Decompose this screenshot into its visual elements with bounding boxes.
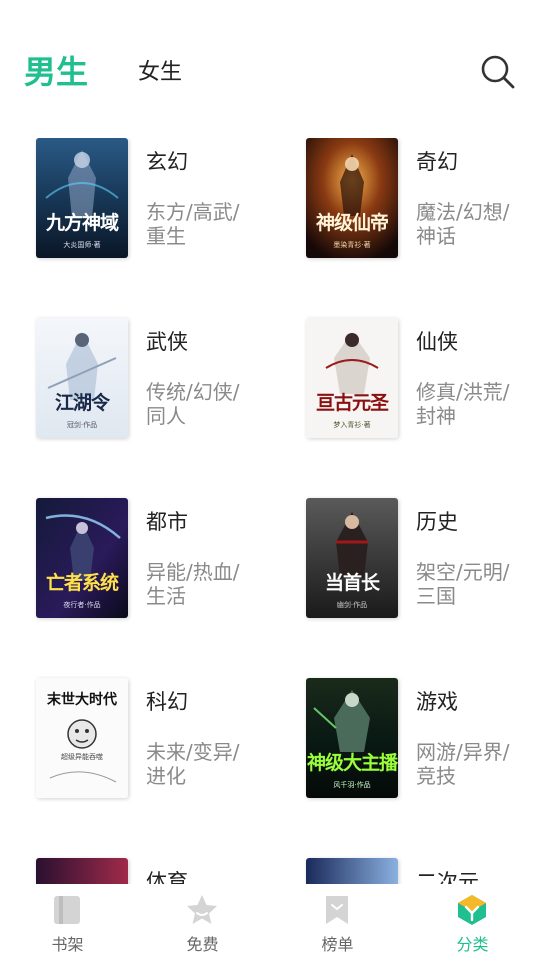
category-item-youxi[interactable]: 神级大主播 风千羽·作品 游戏 网游/异界/竞技 — [306, 678, 540, 808]
category-name: 武侠 — [146, 330, 188, 354]
header: 男生 女生 — [0, 0, 540, 120]
cover-title: 九方神域 — [45, 212, 119, 234]
tab-female[interactable]: 女生 — [138, 58, 182, 88]
tab-ranking[interactable]: 榜单 — [270, 885, 405, 960]
cover-title: 神级仙帝 — [315, 212, 389, 234]
ranking-bookmark-icon — [326, 896, 348, 924]
cover-author: 超级异能吞噬 — [61, 753, 103, 761]
category-icon — [458, 895, 486, 925]
cover-title: 末世大时代 — [47, 692, 117, 708]
book-cover: 神级大主播 风千羽·作品 — [306, 678, 398, 798]
tab-label: 免费 — [186, 935, 219, 954]
category-item-tiyu[interactable]: 体育 — [36, 858, 306, 884]
category-tags: 东方/高武/重生 — [146, 200, 240, 248]
category-name: 科幻 — [146, 690, 188, 714]
cover-author: 梦入青衫·著 — [333, 421, 371, 429]
search-icon — [481, 55, 515, 89]
cover-author: 幽剑·作品 — [336, 601, 368, 609]
category-item-kehuan[interactable]: 末世大时代 超级异能吞噬 科幻 未来/变异/进化 — [36, 678, 306, 808]
category-tags: 传统/幻侠/同人 — [146, 380, 240, 428]
tab-label: 分类 — [456, 935, 489, 954]
book-cover: 当首长 幽剑·作品 — [306, 498, 398, 618]
category-name: 仙侠 — [416, 330, 458, 354]
category-item-erciyuan[interactable]: 二次元 — [306, 858, 540, 884]
cover-author: 墨染青衫·著 — [333, 241, 371, 249]
book-cover: 九方神域 大炎国师·著 — [36, 138, 128, 258]
category-item-lishi[interactable]: 当首长 幽剑·作品 历史 架空/元明/三国 — [306, 498, 540, 628]
bookshelf-icon — [54, 896, 80, 924]
category-tags: 修真/洪荒/封神 — [416, 380, 510, 428]
category-item-wuxia[interactable]: 江湖令 冠剑·作品 武侠 传统/幻侠/同人 — [36, 318, 306, 448]
book-cover — [36, 858, 128, 884]
book-cover — [306, 858, 398, 884]
tab-label: 榜单 — [321, 935, 354, 954]
tab-bookshelf[interactable]: 书架 — [0, 885, 135, 960]
book-cover: 神级仙帝 墨染青衫·著 — [306, 138, 398, 258]
star-icon — [187, 895, 217, 924]
search-button[interactable] — [478, 52, 518, 92]
tab-label: 书架 — [51, 935, 84, 954]
cover-title: 当首长 — [324, 572, 380, 594]
bottom-tab-bar: 书架 免费 榜单 分类 — [0, 885, 540, 960]
cover-title: 亡者系统 — [45, 572, 119, 594]
cover-author: 冠剑·作品 — [66, 421, 98, 429]
category-grid: 九方神域 大炎国师·著 玄幻 东方/高武/重生 神级仙帝 墨染青衫·著 奇幻 魔… — [0, 138, 540, 884]
category-name: 都市 — [146, 510, 188, 534]
cover-title: 江湖令 — [54, 392, 110, 414]
category-tags: 未来/变异/进化 — [146, 740, 240, 788]
category-name: 玄幻 — [146, 150, 188, 174]
book-cover: 亡者系统 夜行者·作品 — [36, 498, 128, 618]
book-cover: 江湖令 冠剑·作品 — [36, 318, 128, 438]
tab-free[interactable]: 免费 — [135, 885, 270, 960]
category-name: 游戏 — [416, 690, 458, 714]
cover-title: 神级大主播 — [306, 752, 398, 774]
book-cover: 末世大时代 超级异能吞噬 — [36, 678, 128, 798]
category-item-qihuan[interactable]: 神级仙帝 墨染青衫·著 奇幻 魔法/幻想/神话 — [306, 138, 540, 268]
category-name: 历史 — [416, 510, 458, 534]
category-tags: 架空/元明/三国 — [416, 560, 510, 608]
cover-author: 夜行者·作品 — [63, 601, 101, 609]
category-item-xianxia[interactable]: 亘古元圣 梦入青衫·著 仙侠 修真/洪荒/封神 — [306, 318, 540, 448]
tab-category[interactable]: 分类 — [405, 885, 540, 960]
cover-author: 大炎国师·著 — [63, 241, 101, 249]
category-tags: 异能/热血/生活 — [146, 560, 240, 608]
cover-author: 风千羽·作品 — [333, 781, 371, 789]
book-cover: 亘古元圣 梦入青衫·著 — [306, 318, 398, 438]
category-name: 二次元 — [416, 870, 479, 884]
category-tags: 网游/异界/竞技 — [416, 740, 510, 788]
category-name: 奇幻 — [416, 150, 458, 174]
category-name: 体育 — [146, 870, 188, 884]
tab-male[interactable]: 男生 — [24, 50, 88, 94]
category-item-dushi[interactable]: 亡者系统 夜行者·作品 都市 异能/热血/生活 — [36, 498, 306, 628]
cover-title: 亘古元圣 — [315, 392, 389, 414]
category-tags: 魔法/幻想/神话 — [416, 200, 510, 248]
category-item-xuanhuan[interactable]: 九方神域 大炎国师·著 玄幻 东方/高武/重生 — [36, 138, 306, 268]
